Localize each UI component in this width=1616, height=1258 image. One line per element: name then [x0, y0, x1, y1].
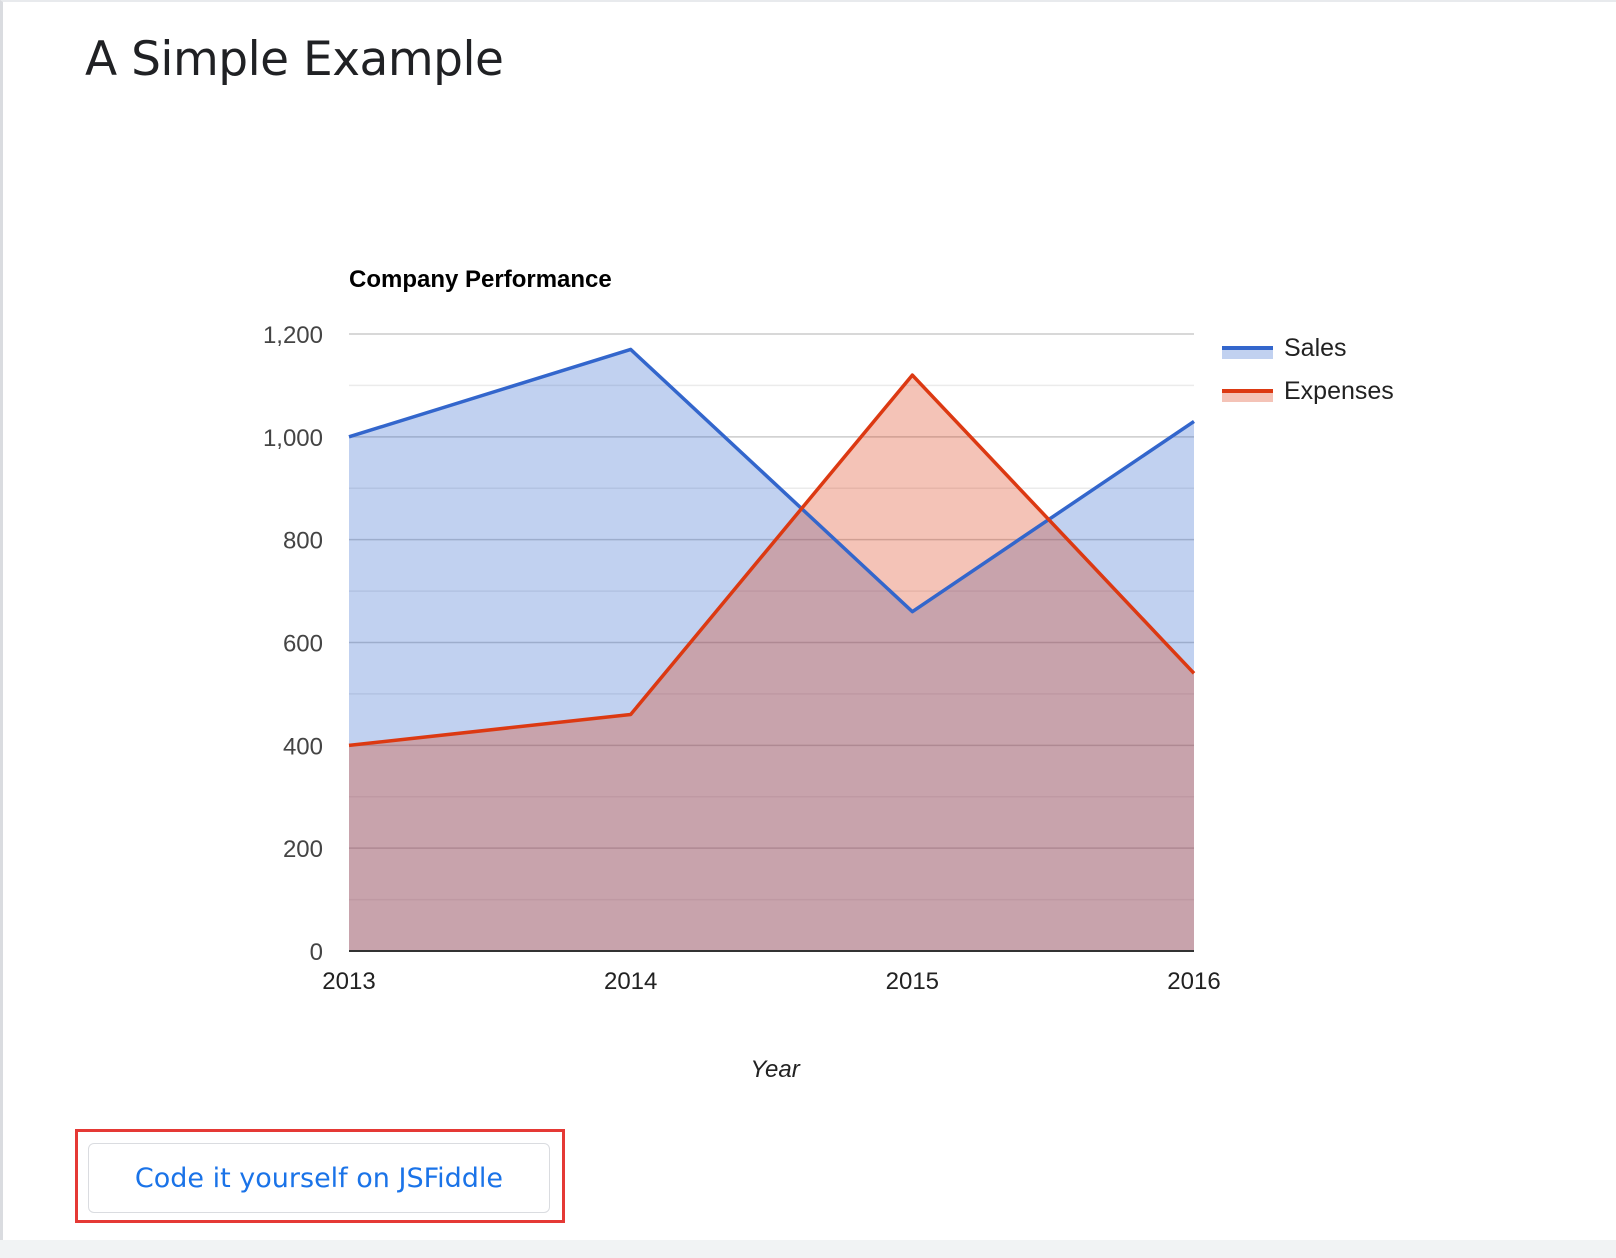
y-tick-label: 1,000 — [263, 425, 323, 452]
legend-label-sales: Sales — [1284, 334, 1347, 362]
page-container: A Simple Example Company Performance Yea… — [0, 0, 1616, 1240]
code-on-jsfiddle-button[interactable]: Code it yourself on JSFiddle — [88, 1143, 550, 1213]
chart-container: Company Performance Year 0 200 400 600 800 1,… — [3, 2, 1616, 1117]
legend-label-expenses: Expenses — [1284, 377, 1394, 405]
legend: Sales Expenses — [1222, 334, 1394, 405]
x-axis-label: Year — [750, 1056, 800, 1083]
y-tick-label: 0 — [310, 939, 323, 966]
y-tick-label: 800 — [283, 528, 323, 555]
y-tick-label: 600 — [283, 631, 323, 658]
x-tick-label: 2013 — [322, 968, 375, 995]
chart-title: Company Performance — [349, 266, 612, 293]
area-chart: Company Performance Year 0 200 400 600 800 1,… — [263, 266, 1394, 1083]
series-areas — [349, 349, 1194, 952]
y-tick-label: 200 — [283, 836, 323, 863]
x-tick-label: 2016 — [1167, 968, 1220, 995]
x-tick-label: 2015 — [886, 968, 939, 995]
y-tick-label: 1,200 — [263, 322, 323, 349]
y-tick-label: 400 — [283, 733, 323, 760]
x-tick-label: 2014 — [604, 968, 657, 995]
